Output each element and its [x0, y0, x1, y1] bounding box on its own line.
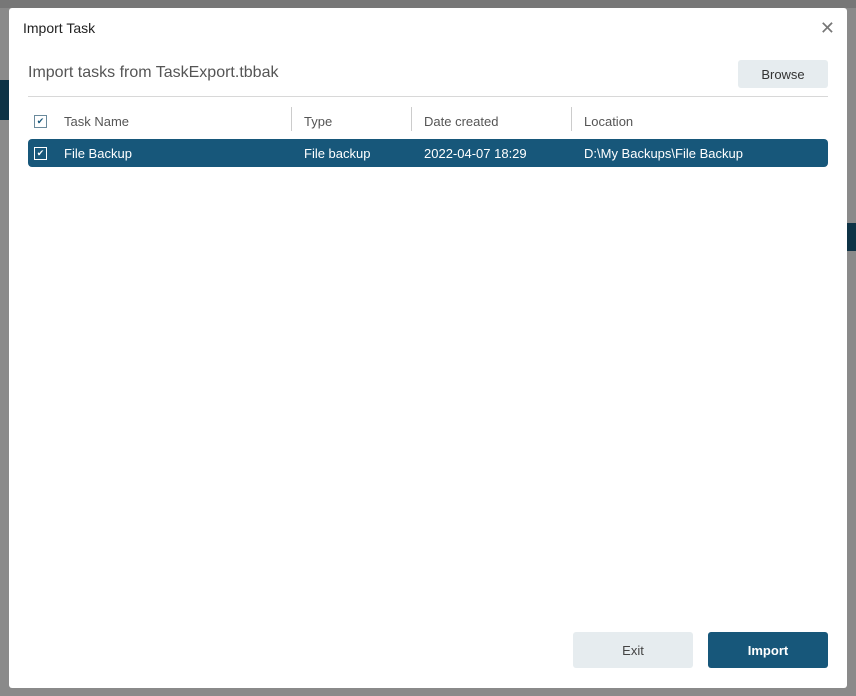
dialog-title: Import Task: [23, 20, 96, 36]
import-task-dialog: Import Task ✕ Import tasks from TaskExpo…: [9, 8, 847, 688]
import-heading: Import tasks from TaskExport.tbbak: [28, 64, 279, 81]
bg-strip: [0, 0, 856, 8]
location-cell: D:\My Backups\File Backup: [584, 145, 743, 161]
column-location[interactable]: Location: [584, 114, 633, 129]
task-name-cell: File Backup: [64, 145, 132, 161]
column-separator[interactable]: [571, 107, 572, 131]
table-header: ✔ Task Name Type Date created Location: [28, 107, 828, 135]
bg-selected: [0, 80, 9, 120]
browse-button[interactable]: Browse: [738, 60, 828, 88]
close-icon: ✕: [819, 18, 835, 38]
date-cell: 2022-04-07 18:29: [424, 145, 527, 161]
column-date-created[interactable]: Date created: [424, 114, 498, 129]
close-button[interactable]: ✕: [820, 18, 835, 39]
import-button[interactable]: Import: [708, 632, 828, 668]
column-type[interactable]: Type: [304, 114, 332, 129]
divider: [28, 96, 828, 97]
select-all-checkbox[interactable]: ✔: [34, 114, 47, 128]
column-separator[interactable]: [411, 107, 412, 131]
bg-selected-row: [847, 223, 856, 251]
exit-button[interactable]: Exit: [573, 632, 693, 668]
type-cell: File backup: [304, 145, 371, 161]
column-task-name[interactable]: Task Name: [64, 114, 129, 129]
row-checkbox[interactable]: ✔: [34, 146, 47, 160]
table-row[interactable]: ✔ File Backup File backup 2022-04-07 18:…: [28, 139, 828, 167]
column-separator[interactable]: [291, 107, 292, 131]
